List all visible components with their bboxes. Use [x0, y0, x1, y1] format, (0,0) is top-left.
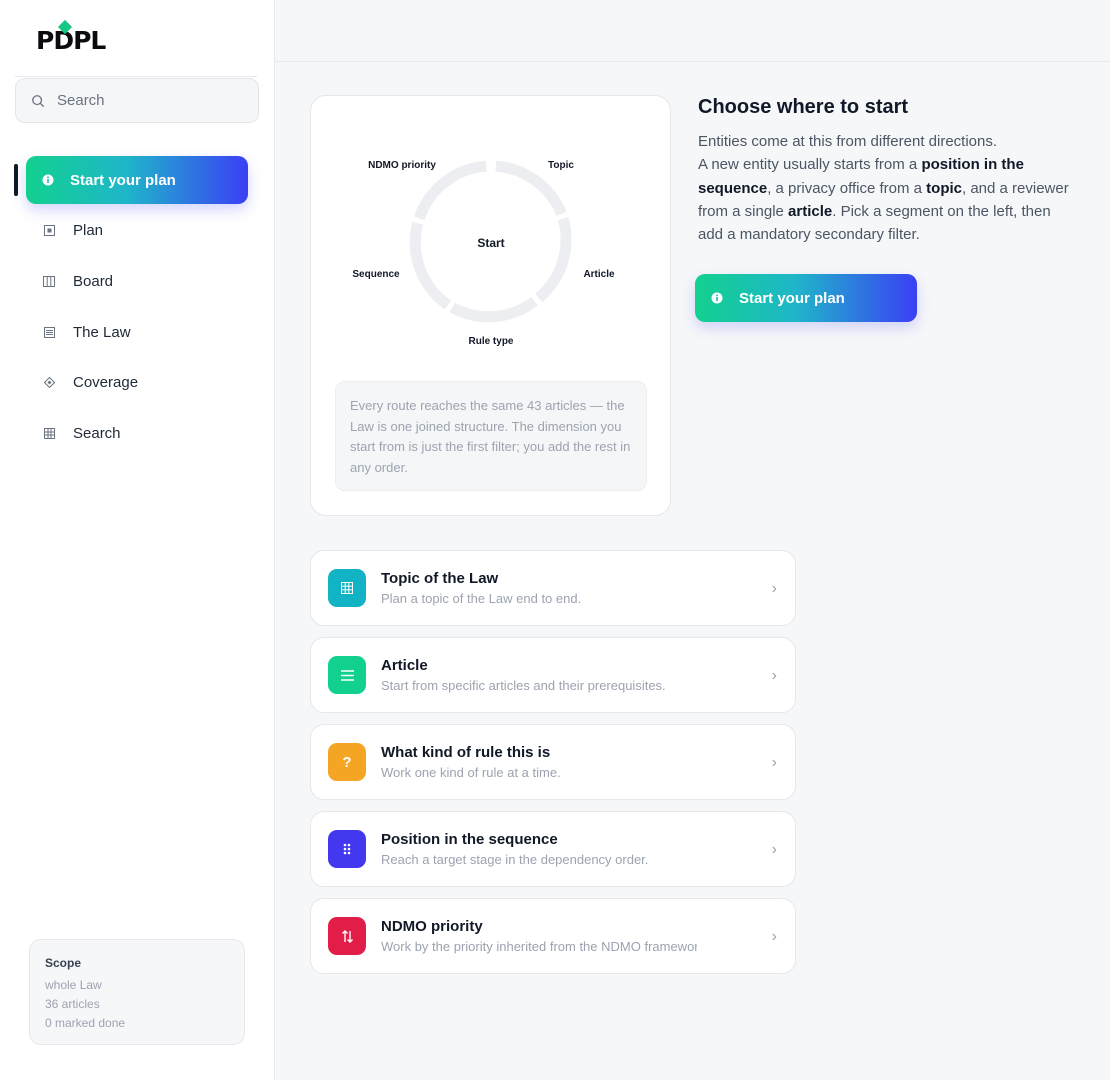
- sidebar-item-start-your-plan[interactable]: Start your plan: [26, 156, 248, 204]
- scope-title: Scope: [45, 956, 82, 970]
- button-label: Start your plan: [739, 289, 845, 307]
- option-title: Topic of the Law: [381, 570, 499, 587]
- option-title: NDMO priority: [381, 918, 483, 935]
- option-title: Position in the sequence: [381, 831, 558, 848]
- sidebar-item-the-law[interactable]: The Law: [26, 312, 248, 352]
- chevron-right-icon: ›: [771, 928, 777, 945]
- coverage-diamond-icon: [42, 375, 56, 389]
- info-circle-icon: [42, 174, 54, 186]
- plan-square-icon: [42, 223, 56, 237]
- option-ndmo-priority[interactable]: NDMO priority Work by the priority inher…: [310, 898, 796, 974]
- sidebar-item-search[interactable]: Search: [26, 413, 248, 453]
- intro: Choose where to start Entities come at t…: [698, 96, 1078, 246]
- option-title: Article: [381, 657, 428, 674]
- wheel-label-sequence[interactable]: Sequence: [352, 269, 400, 280]
- wheel-label-topic[interactable]: Topic: [548, 160, 574, 171]
- sort-arrows-icon: [328, 917, 366, 955]
- question-icon: ?: [328, 743, 366, 781]
- chevron-right-icon: ›: [771, 841, 777, 858]
- sidebar-search[interactable]: [15, 78, 259, 123]
- start-wheel-card: Start NDMO priority Topic Article Rule t…: [310, 95, 671, 516]
- chevron-right-icon: ›: [771, 580, 777, 597]
- option-description: Reach a target stage in the dependency o…: [381, 852, 649, 867]
- search-grid-icon: [42, 426, 56, 440]
- scope-line: 36 articles: [45, 997, 100, 1011]
- sidebar-item-board[interactable]: Board: [26, 261, 248, 301]
- law-lines-icon: [42, 325, 56, 339]
- wheel-label-ndmo-priority[interactable]: NDMO priority: [368, 160, 436, 171]
- option-title: What kind of rule this is: [381, 744, 551, 761]
- logo-text: PDPL: [36, 25, 106, 55]
- sidebar-item-coverage[interactable]: Coverage: [26, 362, 248, 402]
- option-description: Start from specific articles and their p…: [381, 678, 666, 693]
- wheel-center-label: Start: [477, 236, 504, 250]
- intro-text-part: A new entity usually starts from a: [698, 156, 922, 174]
- list-icon: [328, 656, 366, 694]
- sidebar-item-label: Start your plan: [70, 171, 176, 189]
- option-article[interactable]: Article Start from specific articles and…: [310, 637, 796, 713]
- sidebar-item-label: Search: [73, 424, 121, 442]
- grid-icon: [328, 569, 366, 607]
- wheel-segment-topic[interactable]: [495, 160, 567, 217]
- intro-text-part: , a privacy office from a: [767, 179, 927, 197]
- board-columns-icon: [42, 274, 56, 288]
- divider: [15, 76, 257, 77]
- wheel-label-article[interactable]: Article: [583, 269, 615, 280]
- option-rule-kind[interactable]: ? What kind of rule this is Work one kin…: [310, 724, 796, 800]
- option-position-in-sequence[interactable]: Position in the sequence Reach a target …: [310, 811, 796, 887]
- intro-line-1: Entities come at this from different dir…: [698, 133, 998, 150]
- wheel-note: Every route reaches the same 43 articles…: [335, 381, 647, 491]
- option-description: Work one kind of rule at a time.: [381, 765, 561, 780]
- top-bar: [275, 0, 1110, 62]
- wheel-segment-article[interactable]: [535, 217, 572, 303]
- dots-icon: [328, 830, 366, 868]
- wheel-segment-ndmo-priority[interactable]: [414, 160, 487, 221]
- intro-emphasis: article: [788, 202, 833, 220]
- scope-line: 0 marked done: [45, 1016, 126, 1030]
- chevron-right-icon: ›: [771, 754, 777, 771]
- sidebar: PDPL Start your plan Plan Board: [0, 0, 275, 1080]
- page-title: Choose where to start: [698, 96, 909, 118]
- logo[interactable]: PDPL: [36, 19, 106, 56]
- sidebar-item-label: Board: [73, 272, 114, 290]
- active-nav-indicator: [14, 164, 18, 196]
- intro-text: Entities come at this from different dir…: [698, 130, 1078, 246]
- scope-line: whole Law: [45, 978, 102, 992]
- sidebar-item-plan[interactable]: Plan: [26, 210, 248, 250]
- info-circle-icon: [711, 292, 723, 304]
- start-your-plan-button[interactable]: Start your plan: [695, 274, 917, 322]
- sidebar-item-label: Plan: [73, 221, 104, 239]
- wheel-segment-rule-type[interactable]: [449, 296, 539, 323]
- option-description: Work by the priority inherited from the …: [381, 939, 697, 954]
- option-topic-of-the-law[interactable]: Topic of the Law Plan a topic of the Law…: [310, 550, 796, 626]
- wheel-segment-sequence[interactable]: [409, 221, 452, 310]
- search-icon: [32, 94, 44, 107]
- option-description: Plan a topic of the Law end to end.: [381, 591, 582, 606]
- scope-card: Scope whole Law 36 articles 0 marked don…: [29, 939, 245, 1045]
- search-input[interactable]: [57, 92, 237, 109]
- intro-emphasis: topic: [926, 179, 962, 197]
- sidebar-item-label: Coverage: [73, 373, 139, 391]
- chevron-right-icon: ›: [771, 667, 777, 684]
- sidebar-item-label: The Law: [73, 323, 131, 341]
- wheel-label-rule-type[interactable]: Rule type: [468, 336, 513, 347]
